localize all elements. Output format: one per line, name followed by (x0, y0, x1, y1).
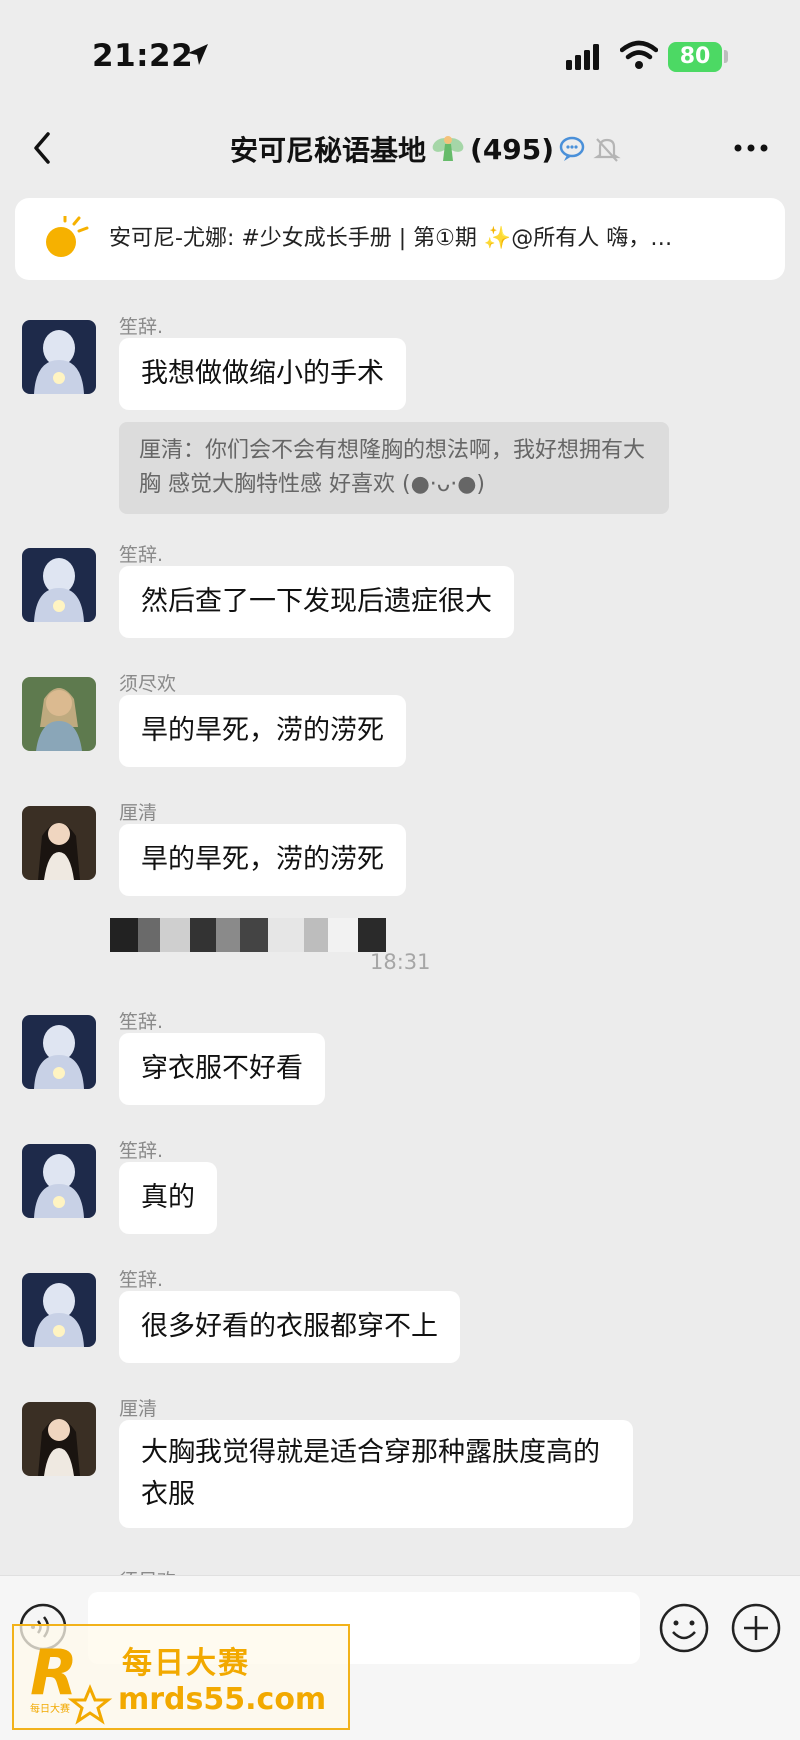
chat-header: 安可尼秘语基地 (495) (0, 110, 800, 190)
emoji-icon[interactable] (658, 1602, 710, 1654)
message-timestamp: 18:31 (370, 950, 431, 974)
message-bubble[interactable]: 然后查了一下发现后遗症很大 (119, 566, 514, 638)
signal-icon (566, 44, 599, 70)
message-bubble[interactable]: 大胸我觉得就是适合穿那种露肤度高的衣服 (119, 1420, 633, 1528)
pixelated-content (110, 918, 410, 952)
avatar[interactable] (22, 1273, 96, 1347)
message-bubble[interactable]: 我想做做缩小的手术 (119, 338, 406, 410)
quoted-message[interactable]: 厘清：你们会不会有想隆胸的想法啊，我好想拥有大胸 感觉大胸特性感 好喜欢 (●·… (119, 422, 669, 514)
more-icon[interactable] (726, 128, 776, 168)
pinned-text: 安可尼-尤娜: #少女成长手册 | 第①期 ✨@所有人 嗨，… (109, 226, 673, 251)
avatar[interactable] (22, 806, 96, 880)
wifi-icon (620, 40, 658, 69)
group-chat-icon (559, 136, 585, 161)
sender-name: 须尽欢 (119, 673, 177, 695)
sender-name: 笙辞. (119, 316, 164, 338)
pinned-announcement[interactable]: 安可尼-尤娜: #少女成长手册 | 第①期 ✨@所有人 嗨，… (15, 198, 785, 280)
message-bubble[interactable]: 穿衣服不好看 (119, 1033, 325, 1105)
sender-name: 厘清 (119, 1398, 158, 1420)
message-bubble[interactable]: 旱的旱死，涝的涝死 (119, 695, 406, 767)
back-icon[interactable] (24, 124, 64, 172)
battery-tip (724, 50, 728, 63)
status-time: 21:22 (92, 38, 194, 74)
watermark-url: mrds55.com (118, 1682, 327, 1717)
watermark-logo: R 每日大赛 (30, 1636, 113, 1725)
message-bubble[interactable]: 真的 (119, 1162, 217, 1234)
location-arrow-icon (188, 44, 208, 65)
battery-indicator: 80 (668, 42, 722, 72)
status-bar: 21:22 80 (0, 0, 800, 110)
fairy-emoji-icon (432, 136, 464, 161)
plus-icon[interactable] (730, 1602, 782, 1654)
sender-name: 厘清 (119, 802, 158, 824)
avatar[interactable] (22, 548, 96, 622)
message-bubble[interactable]: 很多好看的衣服都穿不上 (119, 1291, 460, 1363)
avatar[interactable] (22, 320, 96, 394)
sender-name: 笙辞. (119, 544, 164, 566)
avatar[interactable] (22, 677, 96, 751)
sender-name: 笙辞. (119, 1269, 164, 1291)
avatar[interactable] (22, 1144, 96, 1218)
sender-name: 笙辞. (119, 1011, 164, 1033)
group-name: 安可尼秘语基地 (230, 134, 427, 167)
mute-bell-icon (593, 138, 621, 162)
watermark-banner: R 每日大赛 每日大赛 mrds55.com (12, 1624, 350, 1730)
logo-small-text: 每日大赛 (30, 1702, 70, 1715)
avatar[interactable] (22, 1015, 96, 1089)
chat-title[interactable]: 安可尼秘语基地 (495) (230, 124, 622, 174)
watermark-name: 每日大赛 (122, 1646, 250, 1681)
avatar[interactable] (22, 1402, 96, 1476)
sender-name: 笙辞. (119, 1140, 164, 1162)
sun-icon (46, 216, 89, 257)
message-bubble[interactable]: 旱的旱死，涝的涝死 (119, 824, 406, 896)
logo-letter: R (30, 1636, 78, 1709)
member-count: (495) (470, 132, 555, 166)
